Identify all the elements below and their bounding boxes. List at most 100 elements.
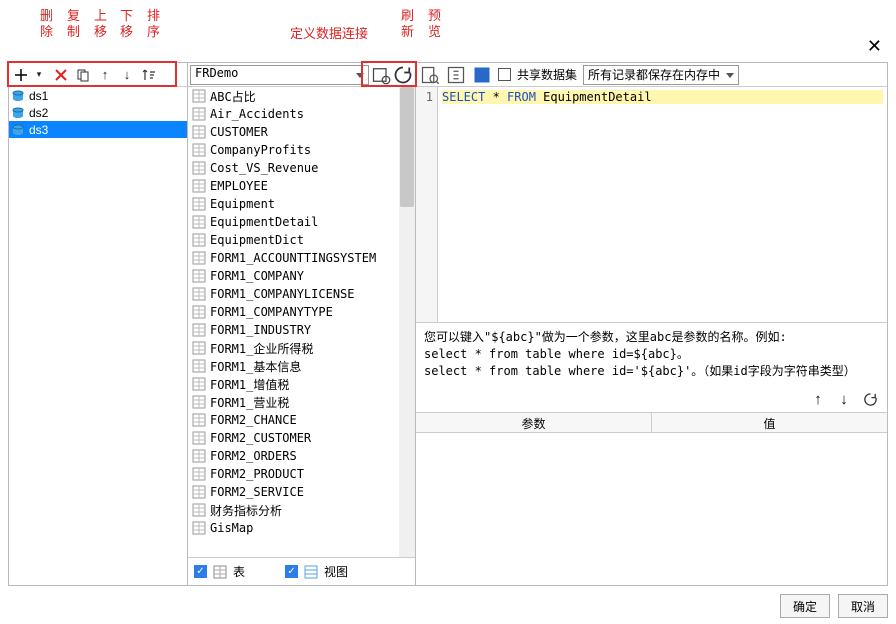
table-item[interactable]: FORM2_ORDERS (188, 447, 415, 465)
dataset-label: ds1 (29, 89, 48, 103)
param-up-button[interactable]: ↑ (809, 390, 827, 408)
table-item[interactable]: FORM1_增值税 (188, 375, 415, 393)
table-label: FORM1_COMPANYLICENSE (210, 287, 355, 301)
move-up-button[interactable]: ↑ (97, 67, 113, 83)
table-item[interactable]: CompanyProfits (188, 141, 415, 159)
move-down-button[interactable]: ↓ (119, 67, 135, 83)
table-icon (192, 107, 206, 121)
refresh-button[interactable] (393, 65, 413, 85)
sql-star: * (485, 90, 507, 104)
table-item[interactable]: FORM1_ACCOUNTTINGSYSTEM (188, 249, 415, 267)
scrollbar[interactable] (399, 87, 415, 557)
table-label: Cost_VS_Revenue (210, 161, 318, 175)
table-type-icon (213, 565, 227, 579)
table-icon (192, 341, 206, 355)
table-item[interactable]: GisMap (188, 519, 415, 537)
table-item[interactable]: FORM1_COMPANY (188, 267, 415, 285)
connection-select[interactable]: FRDemo (190, 65, 369, 85)
annot-copy: 复 制 (67, 8, 80, 40)
share-checkbox[interactable] (498, 68, 511, 81)
table-label: FORM2_PRODUCT (210, 467, 304, 481)
param-header-value: 值 (652, 413, 887, 432)
annot-sort: 排 序 (147, 8, 160, 40)
table-item[interactable]: FORM1_营业税 (188, 393, 415, 411)
table-label: CompanyProfits (210, 143, 311, 157)
table-label: EquipmentDict (210, 233, 304, 247)
table-icon (192, 413, 206, 427)
table-item[interactable]: Equipment (188, 195, 415, 213)
table-icon (192, 503, 206, 517)
table-item[interactable]: ABC占比 (188, 87, 415, 105)
table-item[interactable]: FORM2_CHANCE (188, 411, 415, 429)
table-item[interactable]: FORM2_PRODUCT (188, 465, 415, 483)
table-item[interactable]: FORM1_COMPANYLICENSE (188, 285, 415, 303)
memory-select[interactable]: 所有记录都保存在内存中 (583, 65, 739, 85)
param-down-button[interactable]: ↓ (835, 390, 853, 408)
sql-editor[interactable]: 1 SELECT * FROM EquipmentDetail (416, 87, 887, 323)
database-icon (11, 90, 25, 102)
delete-button[interactable] (53, 67, 69, 83)
table-icon (192, 287, 206, 301)
table-label: FORM1_企业所得税 (210, 340, 313, 357)
copy-button[interactable] (75, 67, 91, 83)
table-label: CUSTOMER (210, 125, 268, 139)
hint-line-1: 您可以键入"${abc}"做为一个参数，这里abc是参数的名称。例如: (424, 329, 879, 346)
sql-kw-select: SELECT (442, 90, 485, 104)
share-label: 共享数据集 (517, 66, 577, 83)
table-item[interactable]: 财务指标分析 (188, 501, 415, 519)
table-icon (192, 359, 206, 373)
table-icon (192, 377, 206, 391)
table-item[interactable]: FORM1_COMPANYTYPE (188, 303, 415, 321)
params-button[interactable] (446, 65, 466, 85)
table-label: FORM2_SERVICE (210, 485, 304, 499)
define-connection-button[interactable] (371, 65, 391, 85)
table-icon (192, 323, 206, 337)
table-checkbox[interactable]: ✓ (194, 565, 207, 578)
table-icon (192, 143, 206, 157)
table-label: FORM1_增值税 (210, 376, 289, 393)
table-item[interactable]: EquipmentDetail (188, 213, 415, 231)
add-dropdown-icon[interactable]: ▾ (31, 67, 47, 83)
sort-button[interactable] (141, 67, 157, 83)
dataset-item[interactable]: ds3 (9, 121, 187, 138)
preview-button[interactable] (420, 65, 440, 85)
sql-table: EquipmentDetail (536, 90, 652, 104)
param-hint: 您可以键入"${abc}"做为一个参数，这里abc是参数的名称。例如: sele… (416, 323, 887, 386)
table-icon (192, 233, 206, 247)
table-icon (192, 431, 206, 445)
table-item[interactable]: Cost_VS_Revenue (188, 159, 415, 177)
view-checkbox[interactable]: ✓ (285, 565, 298, 578)
table-item[interactable]: FORM2_CUSTOMER (188, 429, 415, 447)
param-grid[interactable]: 参数 值 (416, 412, 887, 585)
close-icon[interactable]: ✕ (867, 36, 882, 57)
table-icon (192, 125, 206, 139)
table-checkbox-label: 表 (233, 563, 245, 580)
table-item[interactable]: EMPLOYEE (188, 177, 415, 195)
table-item[interactable]: FORM1_INDUSTRY (188, 321, 415, 339)
table-label: FORM1_INDUSTRY (210, 323, 311, 337)
dataset-item[interactable]: ds1 (9, 87, 187, 104)
database-icon (11, 107, 25, 119)
table-item[interactable]: FORM2_SERVICE (188, 483, 415, 501)
annot-refresh: 刷 新 (401, 8, 414, 40)
table-item[interactable]: CUSTOMER (188, 123, 415, 141)
table-icon (192, 449, 206, 463)
annot-up: 上 移 (94, 8, 107, 40)
table-item[interactable]: Air_Accidents (188, 105, 415, 123)
sql-icon[interactable] (472, 65, 492, 85)
view-type-icon (304, 565, 318, 579)
table-item[interactable]: FORM1_企业所得税 (188, 339, 415, 357)
table-list[interactable]: ABC占比Air_Accidents CUSTOMER CompanyProfits… (188, 87, 415, 557)
table-item[interactable]: FORM1_基本信息 (188, 357, 415, 375)
dataset-item[interactable]: ds2 (9, 104, 187, 121)
table-label: FORM2_CHANCE (210, 413, 297, 427)
add-dataset-button[interactable] (13, 67, 29, 83)
cancel-button[interactable]: 取消 (838, 594, 888, 618)
table-item[interactable]: EquipmentDict (188, 231, 415, 249)
ok-button[interactable]: 确定 (780, 594, 830, 618)
table-icon (192, 89, 206, 103)
table-icon (192, 467, 206, 481)
dataset-panel: ▾ ↑ ↓ ds1ds2ds3 (8, 62, 188, 586)
param-refresh-button[interactable] (861, 390, 879, 408)
annot-preview: 预 览 (428, 8, 441, 40)
